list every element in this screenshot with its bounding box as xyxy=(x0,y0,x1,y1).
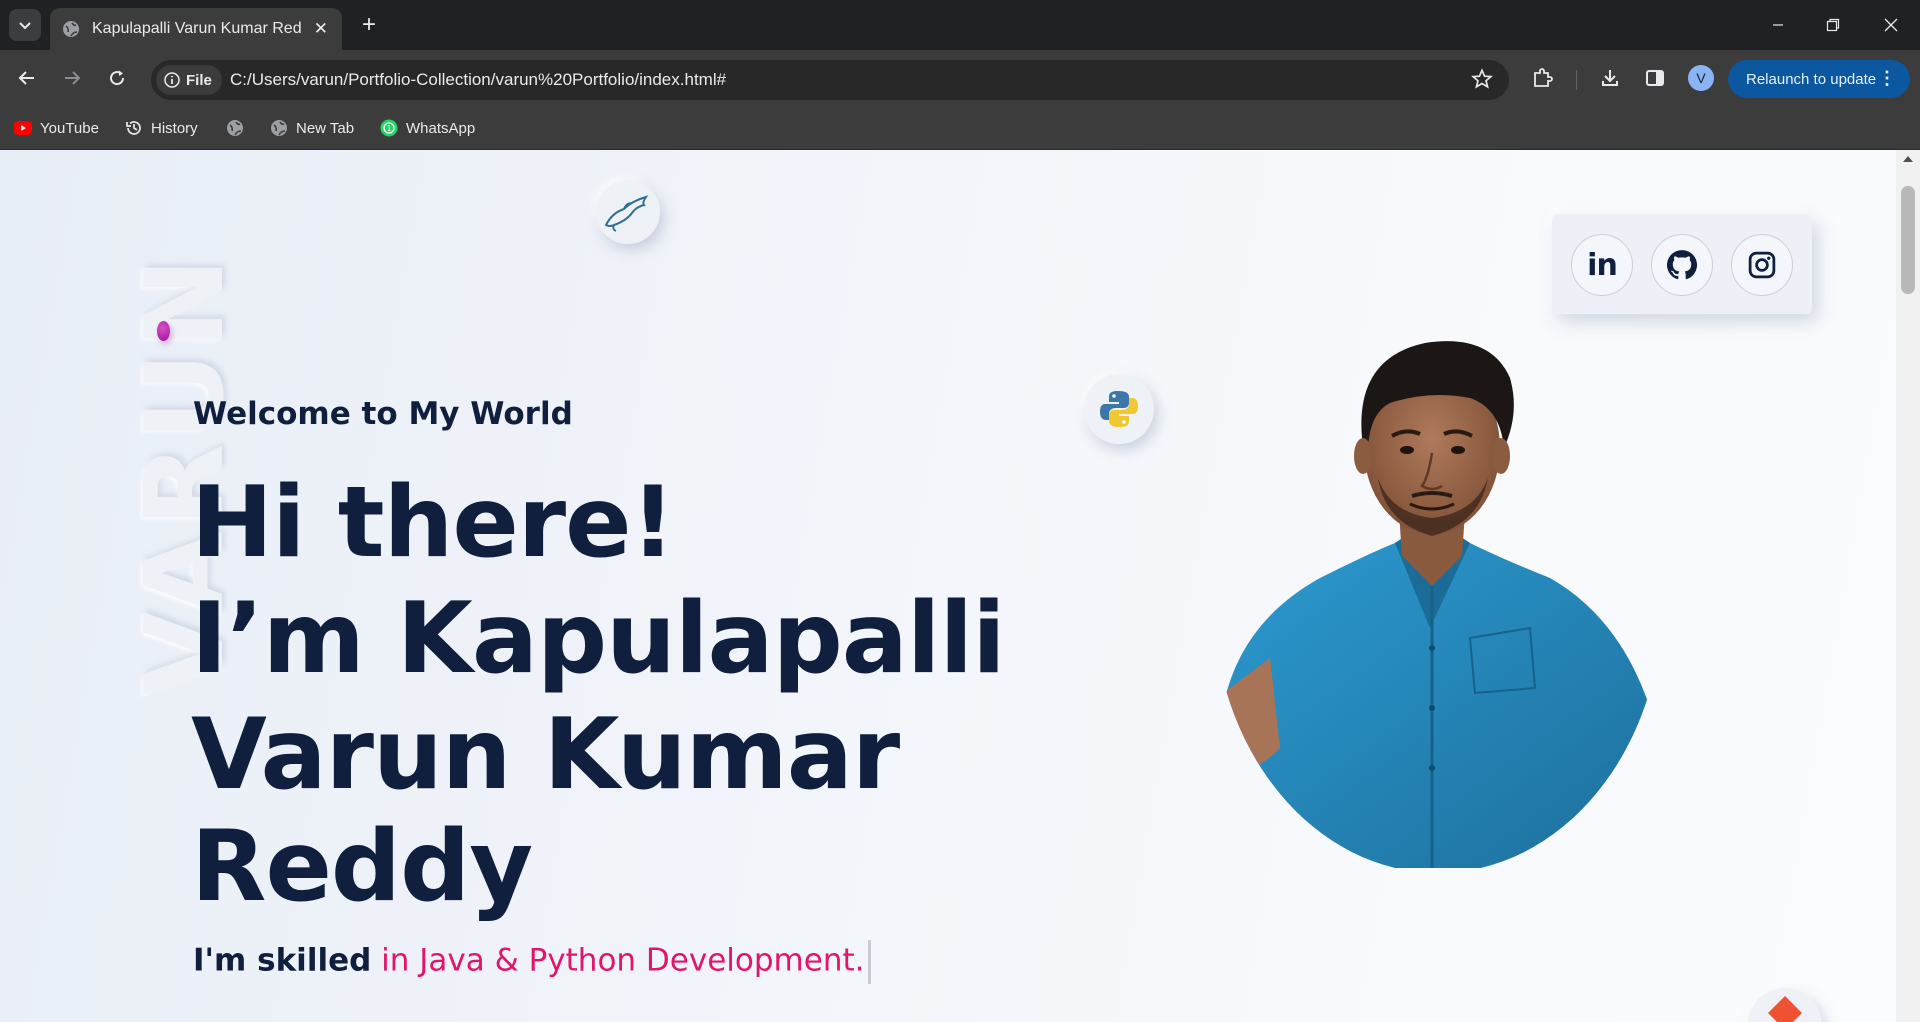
bookmark-label: History xyxy=(151,119,198,137)
history-icon xyxy=(125,119,143,137)
skill-tagline: I'm skilled in Java & Python Development… xyxy=(193,940,872,984)
tab-close-icon[interactable]: ✕ xyxy=(314,19,328,39)
bookmark-label: WhatsApp xyxy=(406,119,476,137)
profile-avatar[interactable]: V xyxy=(1688,65,1714,91)
info-icon xyxy=(164,72,180,88)
youtube-icon xyxy=(14,119,32,137)
welcome-heading: Welcome to My World xyxy=(193,396,573,432)
page-viewport: VARUN Welcome to My World Hi there! I’m … xyxy=(0,150,1896,1022)
svg-text:1: 1 xyxy=(386,124,391,133)
git-icon xyxy=(1768,996,1802,1022)
linkedin-icon: in xyxy=(1587,247,1618,283)
linkedin-button[interactable]: in xyxy=(1571,234,1633,296)
globe-icon xyxy=(63,21,79,37)
reload-icon xyxy=(110,70,125,86)
scroll-up-arrow-icon[interactable] xyxy=(1903,156,1913,162)
file-label: File xyxy=(186,71,212,89)
github-button[interactable] xyxy=(1651,234,1713,296)
bookmarks-bar: YouTube History New Tab 1 WhatsApp xyxy=(0,106,1920,150)
hero-greeting: Hi there! xyxy=(191,466,675,580)
tab-search-button[interactable] xyxy=(9,9,41,41)
github-icon xyxy=(1666,250,1698,280)
bookmark-globe[interactable] xyxy=(226,116,252,140)
side-panel-button[interactable] xyxy=(1641,64,1669,92)
typing-caret xyxy=(868,940,872,984)
forward-button[interactable] xyxy=(56,62,88,94)
restore-button[interactable] xyxy=(1818,10,1848,40)
browser-toolbar: File C:/Users/varun/Portfolio-Collection… xyxy=(0,50,1920,106)
minimize-button[interactable] xyxy=(1763,10,1793,40)
profile-photo xyxy=(1213,341,1660,868)
active-tab[interactable]: Kapulapalli Varun Kumar Reddy ✕ xyxy=(50,8,342,50)
social-links-card: in xyxy=(1552,214,1812,314)
hero-name-line-3: Reddy xyxy=(191,810,533,924)
decorative-dot xyxy=(157,321,170,341)
python-icon xyxy=(1100,391,1138,427)
git-badge xyxy=(1748,988,1822,1022)
skill-typed-text: in Java & Python Development. xyxy=(381,942,865,979)
globe-icon xyxy=(270,119,288,137)
url-text: C:/Users/varun/Portfolio-Collection/varu… xyxy=(230,70,727,89)
bookmark-youtube[interactable]: YouTube xyxy=(14,116,99,140)
hero-name-line-2: Varun Kumar xyxy=(191,698,900,812)
toolbar-divider xyxy=(1576,70,1577,90)
tab-strip: Kapulapalli Varun Kumar Reddy ✕ + xyxy=(0,0,1920,50)
more-menu-icon[interactable]: ⋮ xyxy=(1878,68,1896,89)
relaunch-label: Relaunch to update xyxy=(1746,70,1877,88)
chevron-down-icon xyxy=(19,22,31,30)
bookmark-label: New Tab xyxy=(296,119,355,137)
bookmark-star-button[interactable] xyxy=(1471,68,1493,95)
new-tab-button[interactable]: + xyxy=(354,10,384,40)
mysql-dolphin-badge xyxy=(596,180,660,244)
restore-icon xyxy=(1826,18,1840,32)
site-info-chip[interactable]: File xyxy=(156,65,222,95)
reload-button[interactable] xyxy=(101,62,133,94)
python-badge xyxy=(1084,374,1154,444)
bookmark-label: YouTube xyxy=(40,119,99,137)
back-button[interactable] xyxy=(11,62,43,94)
side-panel-icon xyxy=(1646,70,1664,86)
minimize-icon xyxy=(1773,24,1783,26)
address-bar[interactable]: File C:/Users/varun/Portfolio-Collection… xyxy=(151,60,1509,100)
bookmark-whatsapp[interactable]: 1 WhatsApp xyxy=(380,116,475,140)
instagram-button[interactable] xyxy=(1731,234,1793,296)
globe-icon xyxy=(226,119,244,137)
bookmark-history[interactable]: History xyxy=(125,116,198,140)
mysql-dolphin-icon xyxy=(604,195,649,232)
relaunch-button[interactable]: Relaunch to update ⋮ xyxy=(1728,60,1910,98)
close-window-button[interactable] xyxy=(1876,10,1906,40)
downloads-button[interactable] xyxy=(1596,64,1624,92)
whatsapp-icon: 1 xyxy=(380,119,398,137)
forward-arrow-icon xyxy=(65,71,81,85)
download-icon xyxy=(1602,70,1618,86)
close-icon xyxy=(1884,18,1898,32)
tab-title: Kapulapalli Varun Kumar Reddy xyxy=(92,20,302,37)
back-arrow-icon xyxy=(18,71,34,85)
scroll-thumb[interactable] xyxy=(1901,186,1915,294)
hero-name-line-1: I’m Kapulapalli xyxy=(191,582,1006,696)
puzzle-icon xyxy=(1534,68,1553,87)
page-scrollbar[interactable] xyxy=(1896,150,1920,1022)
skill-lead: I'm skilled xyxy=(193,942,372,979)
extensions-button[interactable] xyxy=(1529,64,1557,92)
instagram-icon xyxy=(1748,251,1776,279)
bookmark-new-tab[interactable]: New Tab xyxy=(270,116,354,140)
star-icon xyxy=(1471,68,1493,89)
